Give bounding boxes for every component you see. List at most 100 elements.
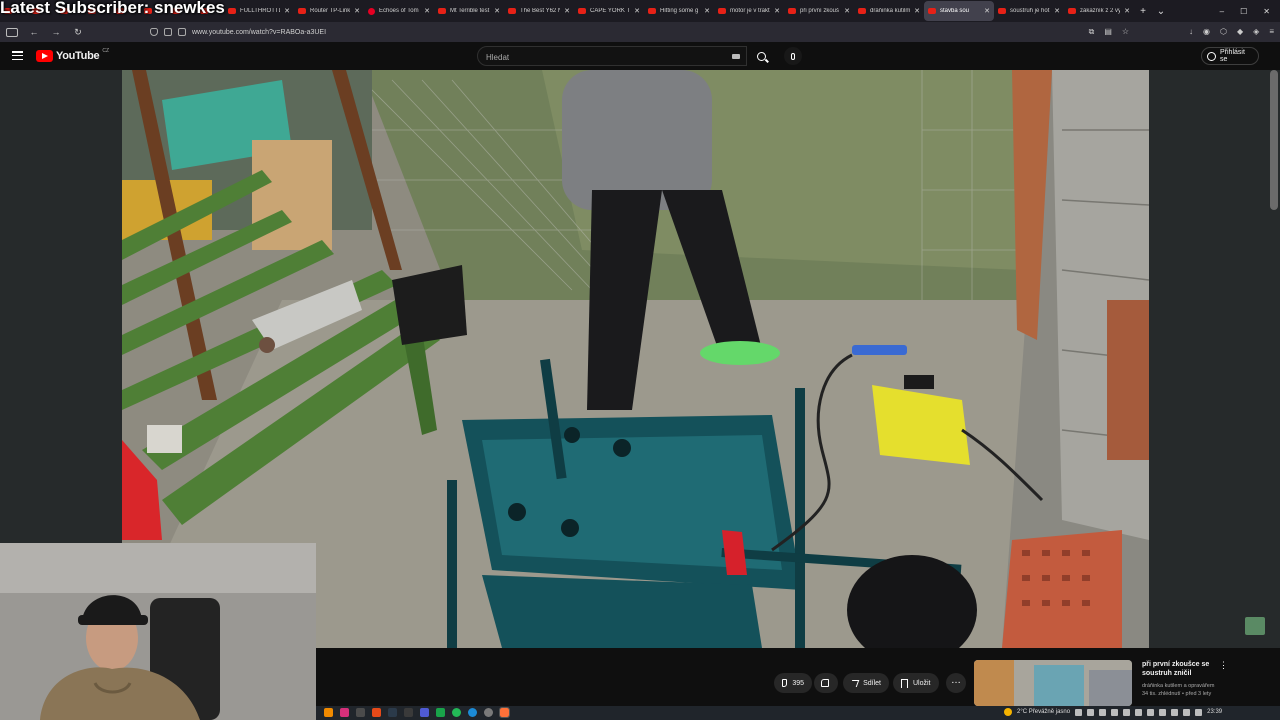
browser-tab[interactable]: The Best Y62 N ✕	[504, 1, 574, 21]
whatsapp-icon[interactable]	[452, 708, 461, 717]
firefox-icon[interactable]	[499, 707, 510, 718]
close-icon[interactable]: ✕	[494, 7, 500, 15]
url-text[interactable]: www.youtube.com/watch?v=RABOa-a3UEI	[192, 29, 326, 36]
brave-icon[interactable]	[372, 708, 381, 717]
browser-tab[interactable]: motor je v trakt ✕	[714, 1, 784, 21]
share-label: Sdílet	[863, 679, 881, 687]
tab-list-button[interactable]: ⌄	[1152, 6, 1170, 17]
app-menu-icon[interactable]: ≡	[1269, 27, 1274, 37]
address-bar[interactable]: www.youtube.com/watch?v=RABOa-a3UEI	[150, 24, 1079, 40]
page-scrollbar[interactable]	[1270, 70, 1278, 210]
voice-search-button[interactable]	[784, 47, 802, 65]
browser-tab[interactable]: soustruh je hot ✕	[994, 1, 1064, 21]
close-icon[interactable]: ✕	[984, 7, 990, 15]
browser-tab[interactable]: FULLTHROTTLE ✕	[224, 1, 294, 21]
recommended-thumbnail[interactable]	[974, 660, 1132, 706]
like-button[interactable]: 395	[774, 673, 812, 693]
browser-tab[interactable]: při první zkouš ✕	[784, 1, 854, 21]
close-window-button[interactable]: ✕	[1263, 7, 1270, 16]
search-input[interactable]	[478, 48, 746, 67]
channel-badge-icon[interactable]	[1245, 617, 1265, 635]
close-icon[interactable]: ✕	[634, 7, 640, 15]
sidebar-toggle-icon[interactable]	[6, 27, 18, 37]
reload-icon[interactable]: ↻	[72, 27, 84, 38]
close-icon[interactable]: ✕	[564, 7, 570, 15]
weather-text[interactable]: 2°C Převážně jasno	[1017, 709, 1070, 715]
new-tab-button[interactable]: +	[1134, 6, 1152, 17]
weather-icon[interactable]	[1004, 708, 1012, 716]
hamburger-menu-icon[interactable]	[12, 51, 23, 60]
tray-icon[interactable]	[1123, 708, 1131, 716]
bookmark-star-icon[interactable]: ☆	[1122, 27, 1129, 37]
download-icon[interactable]: ↓	[1189, 27, 1193, 37]
recommended-menu-icon[interactable]: ⋮	[1219, 660, 1228, 671]
browser-tab-active[interactable]: stavba sou ✕	[924, 1, 994, 21]
browser-tab[interactable]: zákazník z 2 vý ✕	[1064, 1, 1134, 21]
save-button[interactable]: Uložit	[893, 673, 939, 693]
dislike-button[interactable]	[814, 673, 838, 693]
browser-tab[interactable]: Router TP-Link ✕	[294, 1, 364, 21]
tray-icon[interactable]	[1075, 708, 1083, 716]
youtube-logo[interactable]: YouTube CZ	[36, 48, 109, 62]
browser-tab[interactable]: CAPE YORK TE ✕	[574, 1, 644, 21]
search-button[interactable]	[747, 46, 775, 66]
app-icon[interactable]	[356, 708, 365, 717]
browser-tab[interactable]: dráňinka kutilm ✕	[854, 1, 924, 21]
keyboard-icon[interactable]	[732, 54, 740, 59]
tab-label: CAPE YORK TE	[590, 8, 631, 14]
close-icon[interactable]: ✕	[354, 7, 360, 15]
app-icon[interactable]	[404, 708, 413, 717]
shield-icon[interactable]	[150, 28, 158, 36]
account-icon[interactable]: ◉	[1203, 27, 1210, 37]
more-actions-button[interactable]: …	[946, 673, 966, 693]
vlc-icon[interactable]	[324, 708, 333, 717]
close-icon[interactable]: ✕	[284, 7, 290, 15]
tab-label: dráňinka kutilm	[870, 8, 911, 14]
recommended-title[interactable]: při první zkoušce se soustruh zničil	[1142, 660, 1222, 678]
browser-tab[interactable]: Mt Terrible test ✕	[434, 1, 504, 21]
tray-icon[interactable]	[1099, 708, 1107, 716]
screenshot-icon[interactable]: ⧉	[1089, 27, 1095, 37]
recommended-meta: dráňinka kutilem a opravářem 34 tis. zhl…	[1142, 682, 1232, 698]
share-button[interactable]: Sdílet	[843, 673, 889, 693]
recommended-channel[interactable]: dráňinka kutilem a opravářem	[1142, 682, 1232, 690]
back-icon[interactable]: ←	[28, 27, 40, 37]
close-icon[interactable]: ✕	[774, 7, 780, 15]
shield-extension-icon[interactable]: ◈	[1253, 27, 1259, 37]
close-icon[interactable]: ✕	[914, 7, 920, 15]
tray-icon[interactable]	[1087, 708, 1095, 716]
close-icon[interactable]: ✕	[844, 7, 850, 15]
edge-icon[interactable]	[468, 708, 477, 717]
app-icon[interactable]	[388, 708, 397, 717]
close-icon[interactable]: ✕	[704, 7, 710, 15]
tray-icon[interactable]	[1135, 708, 1143, 716]
app-icon[interactable]	[420, 708, 429, 717]
permissions-icon[interactable]	[178, 28, 186, 36]
taskbar-apps	[324, 707, 510, 718]
clock[interactable]: 23:39	[1207, 709, 1222, 715]
maximize-button[interactable]: ☐	[1240, 7, 1247, 16]
tab-label: Mt Terrible test	[450, 8, 490, 14]
volume-icon[interactable]	[1171, 708, 1179, 716]
close-icon[interactable]: ✕	[1124, 7, 1130, 15]
close-icon[interactable]: ✕	[424, 7, 430, 15]
app-icon[interactable]	[436, 708, 445, 717]
browser-tab[interactable]: Hitting some g ✕	[644, 1, 714, 21]
tray-icon[interactable]	[1195, 708, 1203, 716]
tray-icon[interactable]	[1147, 708, 1155, 716]
youtube-wordmark: YouTube	[56, 50, 100, 62]
app-icon[interactable]	[484, 708, 493, 717]
sign-in-button[interactable]: Přihlásit se	[1201, 47, 1259, 65]
extension-icon[interactable]: ◆	[1237, 27, 1243, 37]
extensions-icon[interactable]: ⬡	[1220, 27, 1227, 37]
instagram-icon[interactable]	[340, 708, 349, 717]
close-icon[interactable]: ✕	[1054, 7, 1060, 15]
reader-icon[interactable]: ▤	[1104, 27, 1112, 37]
lock-icon[interactable]	[164, 28, 172, 36]
network-icon[interactable]	[1159, 708, 1167, 716]
browser-tab[interactable]: Echoes of Tom ✕	[364, 1, 434, 21]
minimize-button[interactable]: –	[1220, 7, 1224, 16]
forward-icon[interactable]: →	[50, 27, 62, 37]
tray-icon[interactable]	[1111, 708, 1119, 716]
tray-icon[interactable]	[1183, 708, 1191, 716]
